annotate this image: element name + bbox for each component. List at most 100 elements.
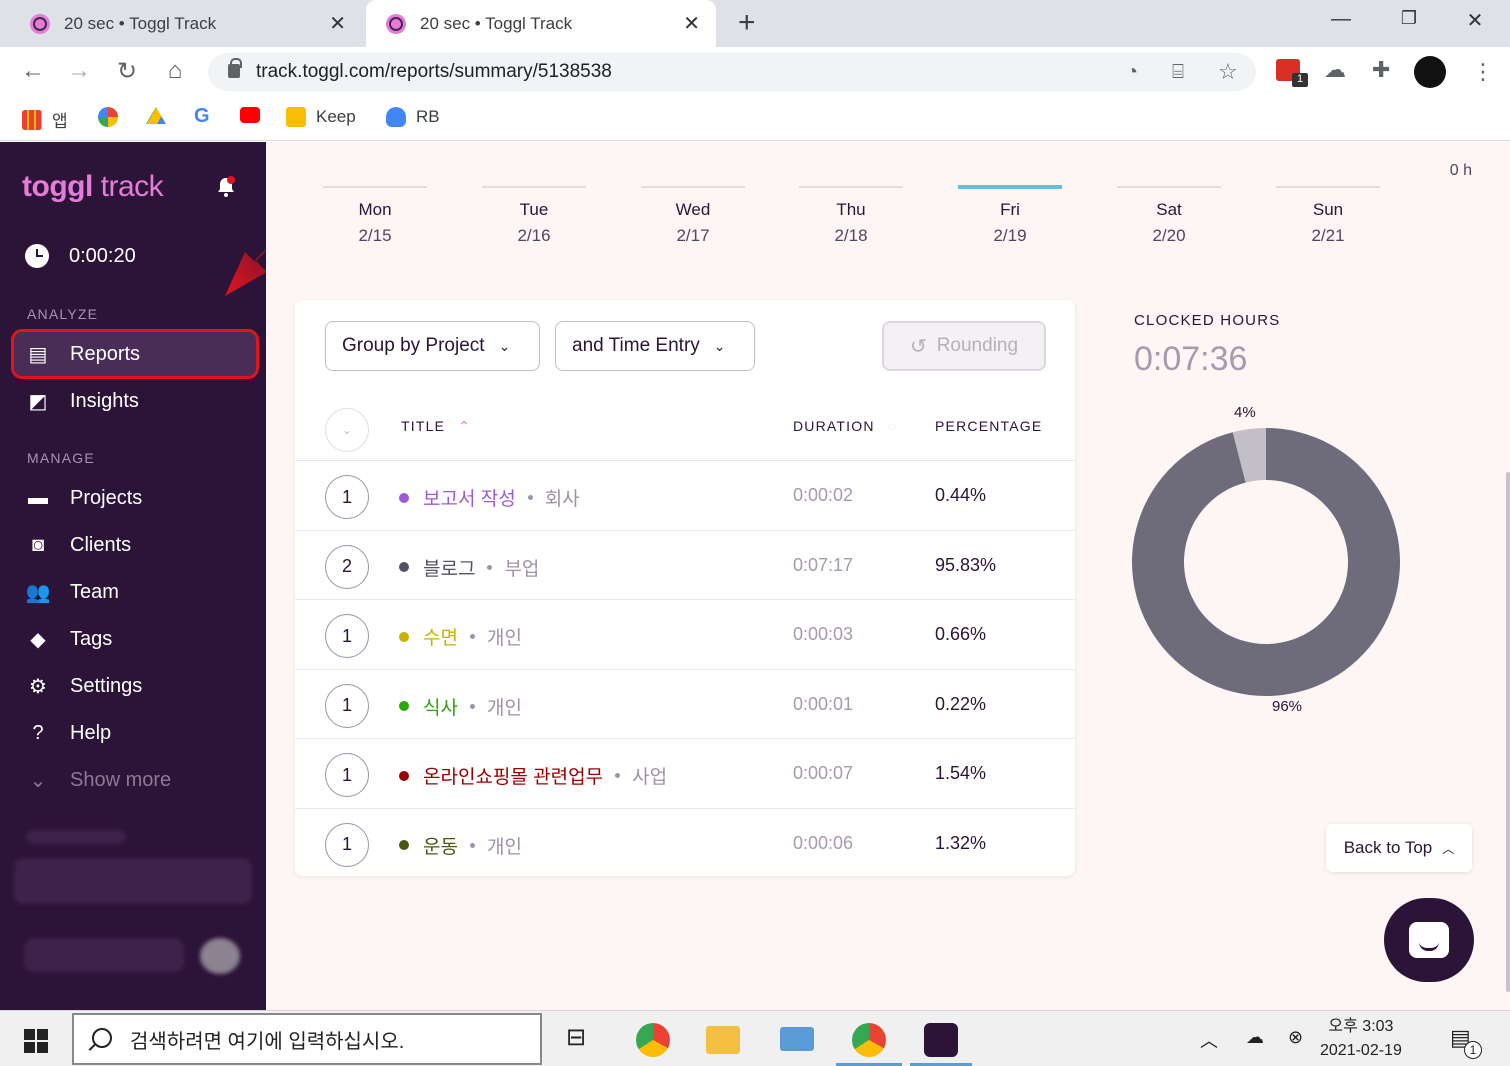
group-by-select[interactable]: Group by Project ⌄ bbox=[325, 321, 540, 371]
row-title: 보고서 작성 회사 bbox=[399, 484, 580, 511]
table-row[interactable]: 1 운동 개인 0:00:06 1.32% bbox=[295, 807, 1075, 878]
table-row[interactable]: 2 블로그 부업 0:07:17 95.83% bbox=[295, 529, 1075, 600]
sidebar-item-projects[interactable]: ▬ Projects bbox=[14, 476, 256, 520]
row-percentage: 1.54% bbox=[935, 763, 987, 783]
week-day-column[interactable]: Mon 2/15 bbox=[323, 186, 427, 246]
manage-section-title: MANAGE bbox=[27, 450, 95, 466]
bookmark-drive[interactable] bbox=[146, 107, 176, 127]
taskbar-clock[interactable]: 오후 3:03 2021-02-19 bbox=[1320, 1015, 1402, 1063]
page-scrollbar[interactable] bbox=[1506, 472, 1510, 992]
windows-start-icon[interactable] bbox=[24, 1029, 48, 1053]
show-more-button[interactable]: ⌄ Show more bbox=[14, 758, 256, 802]
bookmark-apps[interactable]: 앱 bbox=[22, 107, 68, 132]
browser-tab-active[interactable]: 20 sec • Toggl Track ✕ bbox=[366, 0, 716, 47]
address-bar[interactable]: track.toggl.com/reports/summary/5138538 … bbox=[208, 53, 1256, 91]
week-day-column[interactable]: Sun 2/21 bbox=[1276, 186, 1380, 246]
home-icon[interactable]: ⌂ bbox=[160, 57, 190, 85]
onedrive-icon[interactable]: ☁ bbox=[1246, 1027, 1264, 1048]
extensions-puzzle-icon[interactable]: ✚ bbox=[1372, 57, 1390, 83]
column-header-title[interactable]: TITLE ⌃ bbox=[401, 418, 471, 435]
file-explorer-icon[interactable] bbox=[706, 1026, 740, 1054]
back-to-top-button[interactable]: Back to Top ︿ bbox=[1326, 824, 1472, 872]
column-header-duration[interactable]: DURATION ◌ bbox=[793, 418, 897, 434]
entry-count-badge[interactable]: 1 bbox=[325, 475, 369, 519]
user-avatar[interactable] bbox=[200, 938, 240, 974]
sidebar-item-insights[interactable]: ◩ Insights bbox=[14, 379, 256, 423]
sidebar-item-team[interactable]: 👥 Team bbox=[14, 570, 256, 614]
row-percentage: 95.83% bbox=[935, 554, 997, 575]
chat-support-button[interactable] bbox=[1384, 898, 1474, 982]
bookmark-star-icon[interactable]: ☆ bbox=[1218, 59, 1238, 85]
column-header-percentage[interactable]: PERCENTAGE bbox=[935, 418, 1042, 434]
client-name: 개인 bbox=[486, 628, 522, 649]
cloud-extension-icon[interactable]: ☁ bbox=[1324, 57, 1346, 83]
week-day-column[interactable]: Wed 2/17 bbox=[641, 186, 745, 246]
google-icon[interactable]: G bbox=[194, 105, 210, 128]
table-row[interactable]: 1 온라인쇼핑몰 관련업무 사업 0:00:07 1.54% bbox=[295, 738, 1075, 808]
subgroup-select[interactable]: and Time Entry ⌄ bbox=[555, 321, 755, 371]
main-content: 0 h Mon 2/15 Tue 2/16 Wed 2/17 Thu 2/18 Fri 2/19 S… bbox=[266, 142, 1510, 1010]
sidebar-item-reports[interactable]: ▤ Reports bbox=[11, 329, 259, 379]
back-icon[interactable]: ← bbox=[18, 57, 48, 85]
table-row[interactable]: 1 식사 개인 0:00:01 0.22% bbox=[295, 668, 1075, 739]
translate-icon[interactable]: ⌸ bbox=[1172, 61, 1184, 84]
entry-count-badge[interactable]: 1 bbox=[325, 683, 369, 728]
entry-count-badge[interactable]: 1 bbox=[325, 753, 369, 797]
blurred-org-label bbox=[26, 830, 126, 844]
forward-icon[interactable]: → bbox=[64, 57, 94, 85]
chrome-menu-icon[interactable]: ⋮ bbox=[1472, 59, 1494, 85]
profile-avatar[interactable] bbox=[1414, 56, 1446, 88]
bookmark-youtube[interactable] bbox=[240, 107, 270, 123]
donut-label-small: 4% bbox=[1234, 404, 1256, 421]
sidebar-item-tags[interactable]: ◆ Tags bbox=[14, 617, 256, 661]
bookmark-keep[interactable]: Keep bbox=[286, 107, 356, 127]
expand-all-button[interactable]: ⌄ bbox=[325, 408, 369, 452]
donut-label-large: 96% bbox=[1272, 698, 1303, 715]
running-timer[interactable]: 0:00:20 bbox=[25, 244, 136, 268]
entry-count-badge[interactable]: 1 bbox=[325, 822, 369, 867]
browser-toolbar: ← → ↻ ⌂ track.toggl.com/reports/summary/… bbox=[0, 47, 1510, 97]
sidebar-item-settings[interactable]: ⚙ Settings bbox=[14, 664, 256, 708]
separator-dot bbox=[527, 495, 533, 500]
entry-count-badge[interactable]: 2 bbox=[325, 544, 369, 589]
week-day-column[interactable]: Tue 2/16 bbox=[482, 186, 586, 246]
chrome-taskbar-icon[interactable] bbox=[636, 1023, 670, 1057]
entry-count-badge[interactable]: 1 bbox=[325, 614, 369, 658]
project-name: 식사 bbox=[423, 697, 458, 719]
client-name: 개인 bbox=[486, 697, 522, 719]
week-day-column[interactable]: Sat 2/20 bbox=[1117, 186, 1221, 246]
rounding-button[interactable]: ↺ Rounding bbox=[882, 321, 1046, 371]
cookie-blocked-icon[interactable]: ◔ bbox=[1126, 61, 1138, 84]
minimize-icon[interactable]: — bbox=[1326, 8, 1356, 31]
task-view-icon[interactable]: ⊟ bbox=[566, 1023, 586, 1052]
restore-icon[interactable]: ❐ bbox=[1394, 8, 1424, 29]
project-name: 수면 bbox=[423, 628, 458, 649]
reload-icon[interactable]: ↻ bbox=[112, 57, 142, 86]
sidebar-item-clients[interactable]: ◙ Clients bbox=[14, 523, 256, 567]
toggl-logo[interactable]: toggl track bbox=[22, 170, 164, 204]
bookmark-photos[interactable] bbox=[98, 107, 128, 127]
tray-overflow-icon[interactable]: ︿ bbox=[1200, 1027, 1218, 1053]
sidebar-item-help[interactable]: ? Help bbox=[14, 711, 256, 755]
user-profile-info[interactable] bbox=[24, 938, 184, 972]
analyze-section-title: ANALYZE bbox=[27, 306, 99, 322]
close-window-icon[interactable]: ✕ bbox=[1460, 8, 1490, 33]
project-donut-chart bbox=[1132, 428, 1400, 696]
tray-status-icon[interactable]: ⊗ bbox=[1288, 1027, 1303, 1048]
week-day-column[interactable]: Fri 2/19 bbox=[958, 185, 1062, 246]
week-day-column[interactable]: Thu 2/18 bbox=[799, 186, 903, 246]
donut-slice[interactable] bbox=[1132, 428, 1400, 696]
table-row[interactable]: 1 보고서 작성 회사 0:00:02 0.44% bbox=[295, 460, 1075, 530]
bookmark-rb[interactable]: RB bbox=[386, 107, 440, 127]
close-tab-icon[interactable]: ✕ bbox=[329, 11, 346, 36]
browser-tab[interactable]: 20 sec • Toggl Track ✕ bbox=[0, 0, 362, 47]
new-tab-button[interactable]: + bbox=[738, 6, 756, 40]
remote-desktop-icon[interactable] bbox=[780, 1027, 814, 1051]
close-tab-icon[interactable]: ✕ bbox=[683, 11, 700, 36]
project-color-dot bbox=[399, 631, 409, 642]
taskbar-search-input[interactable]: 검색하려면 여기에 입력하십시오. bbox=[72, 1013, 542, 1065]
workspace-switcher[interactable] bbox=[14, 858, 252, 904]
toggl-taskbar-icon[interactable] bbox=[924, 1023, 958, 1057]
table-row[interactable]: 1 수면 개인 0:00:03 0.66% bbox=[295, 599, 1075, 669]
chrome-active-taskbar-icon[interactable] bbox=[852, 1023, 886, 1057]
